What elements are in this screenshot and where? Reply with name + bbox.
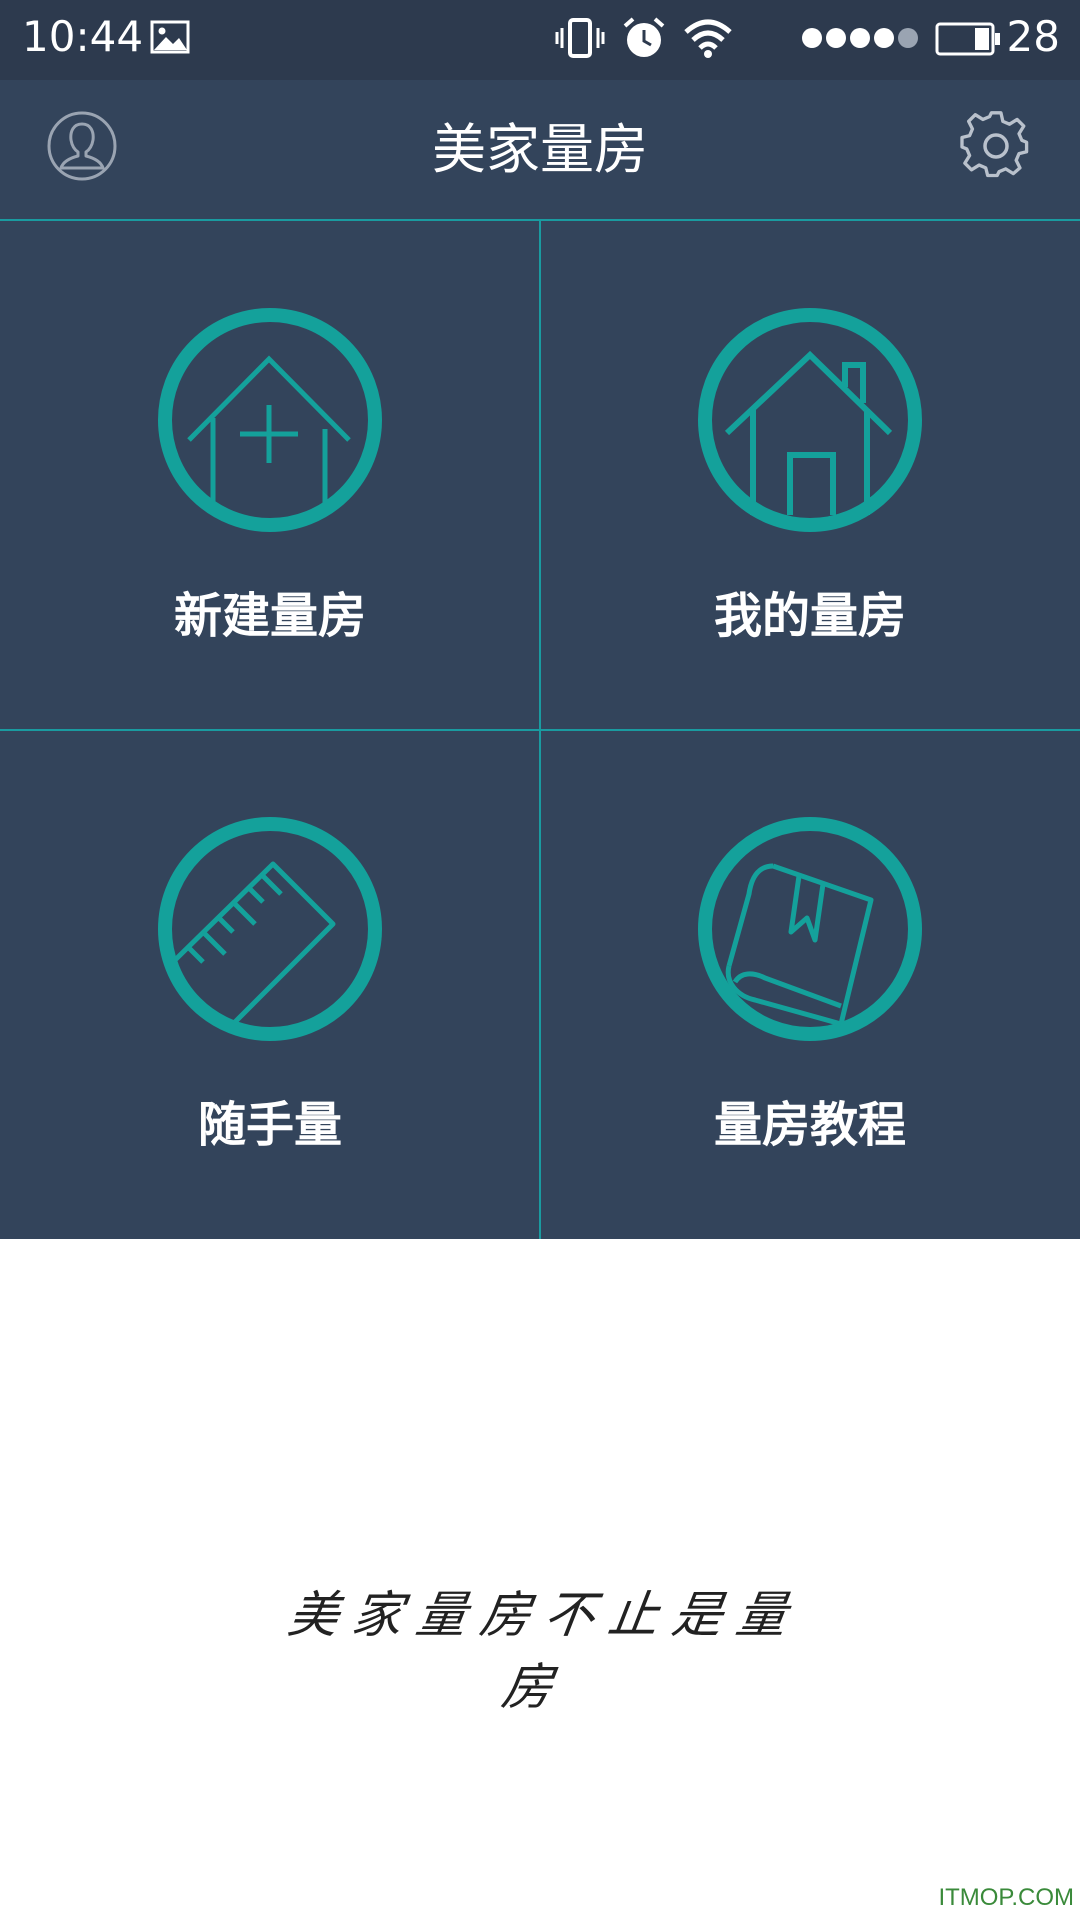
menu-item-my-measurements[interactable]: 我的量房: [540, 221, 1080, 730]
ruler-icon: [158, 817, 382, 1041]
alarm-icon: [623, 17, 665, 57]
app-title: 美家量房: [432, 118, 648, 181]
settings-button[interactable]: [960, 110, 1032, 182]
vibrate-icon: [555, 18, 605, 58]
slogan-text: 美家量房不止是量房: [284, 1586, 805, 1716]
slogan-area: 美家量房不止是量房: [260, 1575, 820, 1716]
profile-button[interactable]: [46, 110, 118, 182]
signal-strength-icon: [802, 28, 918, 48]
menu-item-label: 量房教程: [713, 1097, 906, 1153]
menu-item-label: 我的量房: [713, 588, 906, 644]
gallery-icon: [150, 20, 190, 54]
app-bar: 美家量房: [0, 80, 1080, 220]
menu-item-label: 新建量房: [173, 588, 366, 644]
watermark: ITMOP.COM: [938, 1884, 1074, 1911]
status-bar: 10:44 28: [0, 0, 1080, 80]
menu-item-new-measurement[interactable]: 新建量房: [0, 221, 540, 730]
menu-item-quick-measure[interactable]: 随手量: [0, 730, 540, 1239]
user-profile-icon: [47, 111, 117, 181]
book-icon: [698, 817, 922, 1041]
grid-divider-horizontal: [0, 729, 1080, 731]
menu-grid: 新建量房 我的量房 随手量 量房教程: [0, 221, 1080, 1239]
gear-icon: [960, 111, 1029, 178]
menu-item-tutorial[interactable]: 量房教程: [540, 730, 1080, 1239]
house-icon: [698, 308, 922, 532]
battery-level: 28: [1006, 12, 1060, 61]
menu-item-label: 随手量: [197, 1097, 342, 1153]
status-time: 10:44: [22, 12, 144, 61]
wifi-icon: [684, 19, 732, 58]
house-plus-icon: [158, 308, 382, 532]
battery-icon: [935, 22, 1000, 56]
